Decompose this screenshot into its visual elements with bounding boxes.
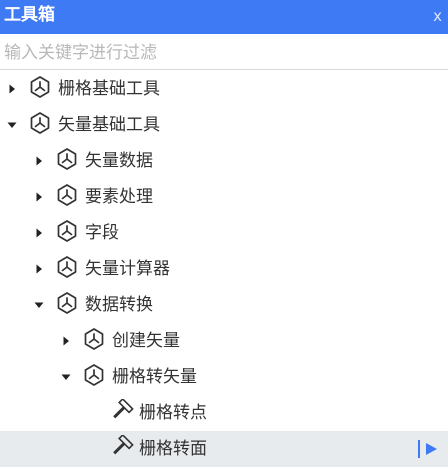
search-input[interactable] [0, 37, 444, 69]
toolbox-icon [56, 291, 78, 315]
close-icon[interactable]: x [433, 6, 442, 26]
toolbox-icon [83, 327, 105, 351]
hammer-icon [110, 433, 134, 459]
tree-item-label: 创建矢量 [112, 331, 180, 351]
tree-item-label: 栅格转矢量 [112, 367, 197, 387]
run-divider [418, 440, 420, 458]
toolbox-icon [29, 111, 51, 135]
caret-right-icon[interactable] [33, 227, 45, 239]
caret-down-icon[interactable] [33, 299, 45, 311]
tree-item-label: 栅格转面 [139, 439, 207, 459]
tree-item-label: 字段 [85, 223, 119, 243]
toolbox-icon [56, 183, 78, 207]
toolbox-icon [29, 75, 51, 99]
tree-item-label: 矢量数据 [85, 151, 153, 171]
play-icon[interactable] [424, 442, 438, 456]
toolset-item[interactable]: 栅格基础工具 [0, 71, 448, 107]
toolset-item[interactable]: 数据转换 [0, 287, 448, 323]
title-bar: 工具箱 x [0, 0, 448, 34]
toolset-item[interactable]: 矢量基础工具 [0, 107, 448, 143]
caret-down-icon[interactable] [6, 119, 18, 131]
caret-right-icon[interactable] [60, 335, 72, 347]
window-title: 工具箱 [4, 5, 55, 25]
toolbox-icon [83, 363, 105, 387]
toolset-item[interactable]: 字段 [0, 215, 448, 251]
toolset-item[interactable]: 矢量数据 [0, 143, 448, 179]
caret-right-icon[interactable] [6, 83, 18, 95]
toolset-item[interactable]: 矢量计算器 [0, 251, 448, 287]
tree-item-label: 矢量计算器 [85, 259, 170, 279]
toolset-item[interactable]: 要素处理 [0, 179, 448, 215]
toolbox-icon [56, 255, 78, 279]
caret-right-icon[interactable] [33, 263, 45, 275]
tree-item-label: 栅格转点 [139, 403, 207, 423]
caret-right-icon[interactable] [33, 191, 45, 203]
toolset-item[interactable]: 栅格转矢量 [0, 359, 448, 395]
hammer-icon [110, 397, 134, 423]
run-tool-button[interactable] [418, 431, 438, 467]
tree-item-label: 要素处理 [85, 187, 153, 207]
search-box [0, 37, 448, 70]
tree-item-label: 数据转换 [85, 295, 153, 315]
tool-item[interactable]: 栅格转面 [0, 431, 448, 467]
toolbox-icon [56, 147, 78, 171]
toolbox-icon [56, 219, 78, 243]
tree-item-label: 矢量基础工具 [58, 115, 160, 135]
tree-item-label: 栅格基础工具 [58, 79, 160, 99]
caret-down-icon[interactable] [60, 371, 72, 383]
caret-right-icon[interactable] [33, 155, 45, 167]
toolset-item[interactable]: 创建矢量 [0, 323, 448, 359]
tool-item[interactable]: 栅格转点 [0, 395, 448, 431]
